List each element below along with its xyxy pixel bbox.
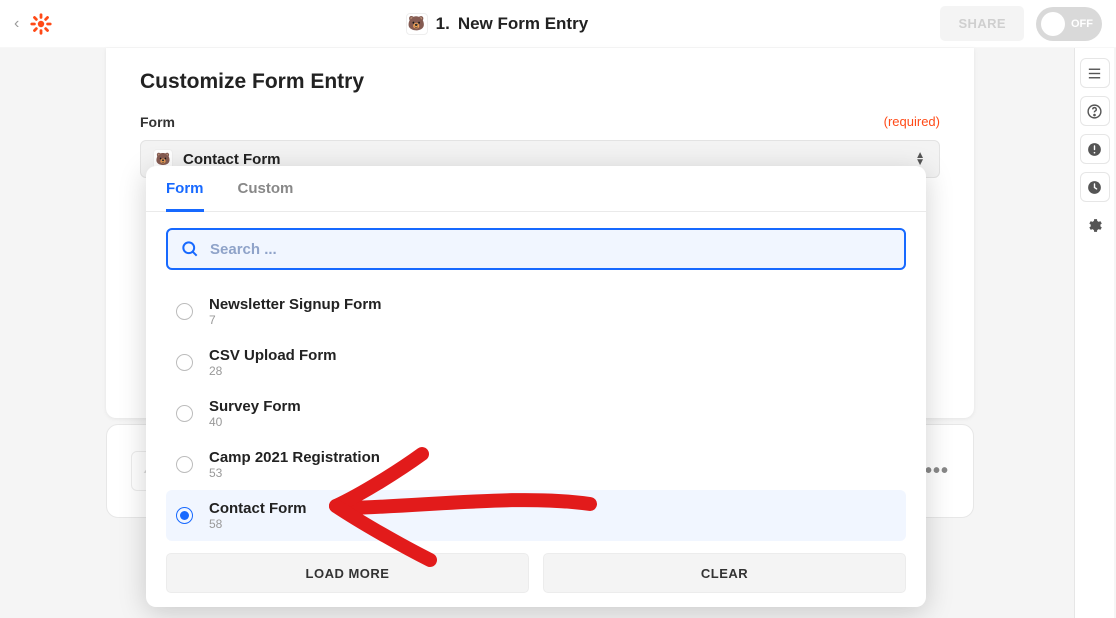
form-option[interactable]: Survey Form40: [166, 388, 906, 439]
top-bar: ‹ 🐻 1. New Form Entry SHARE OFF: [0, 0, 1116, 48]
option-label: Newsletter Signup Form: [209, 296, 382, 313]
option-label: CSV Upload Form: [209, 347, 337, 364]
field-label: Form: [140, 114, 175, 130]
side-rail: [1074, 48, 1114, 618]
toggle-knob: [1041, 12, 1065, 36]
tab-form[interactable]: Form: [166, 180, 204, 212]
option-label: Camp 2021 Registration: [209, 449, 380, 466]
form-option[interactable]: Newsletter Signup Form7: [166, 286, 906, 337]
card-heading: Customize Form Entry: [140, 70, 940, 94]
top-bar-right: SHARE OFF: [940, 6, 1102, 41]
tab-custom[interactable]: Custom: [238, 180, 294, 212]
radio-icon: [176, 507, 193, 524]
load-more-button[interactable]: LOAD MORE: [166, 553, 529, 593]
dropdown-body: Newsletter Signup Form7CSV Upload Form28…: [146, 212, 926, 541]
rail-alert-icon[interactable]: [1080, 134, 1110, 164]
clear-button[interactable]: CLEAR: [543, 553, 906, 593]
option-id: 53: [209, 466, 380, 480]
form-select-value: Contact Form: [183, 151, 281, 168]
page-title: 🐻 1. New Form Entry: [53, 13, 940, 35]
search-field[interactable]: [166, 228, 906, 270]
radio-icon: [176, 354, 193, 371]
radio-icon: [176, 303, 193, 320]
zapier-logo-icon: [29, 12, 53, 36]
search-input[interactable]: [210, 241, 892, 258]
radio-icon: [176, 405, 193, 422]
search-icon: [180, 239, 200, 259]
option-id: 7: [209, 313, 382, 327]
option-label: Contact Form: [209, 500, 307, 517]
option-id: 40: [209, 415, 301, 429]
form-option[interactable]: CSV Upload Form28: [166, 337, 906, 388]
title-text: New Form Entry: [458, 14, 588, 34]
required-badge: (required): [884, 114, 940, 130]
chevron-updown-icon: ▲▼: [915, 152, 925, 166]
option-label: Survey Form: [209, 398, 301, 415]
publish-toggle[interactable]: OFF: [1036, 7, 1102, 41]
radio-icon: [176, 456, 193, 473]
form-option[interactable]: Contact Form58: [166, 490, 906, 541]
wpforms-icon: 🐻: [406, 13, 428, 35]
share-button[interactable]: SHARE: [940, 6, 1024, 41]
rail-history-icon[interactable]: [1080, 172, 1110, 202]
back-button[interactable]: ‹: [14, 15, 19, 33]
toggle-label: OFF: [1071, 18, 1093, 30]
title-prefix: 1.: [436, 14, 450, 34]
option-id: 58: [209, 517, 307, 531]
rail-outline-icon[interactable]: [1080, 58, 1110, 88]
form-option[interactable]: Camp 2021 Registration53: [166, 439, 906, 490]
form-dropdown: Form Custom Newsletter Signup Form7CSV U…: [146, 166, 926, 607]
rail-help-icon[interactable]: [1080, 96, 1110, 126]
option-id: 28: [209, 364, 337, 378]
rail-settings-icon[interactable]: [1080, 210, 1110, 240]
top-bar-left: ‹: [14, 12, 53, 36]
dropdown-tabs: Form Custom: [146, 166, 926, 212]
field-header-row: Form (required): [140, 114, 940, 130]
dropdown-footer: LOAD MORE CLEAR: [146, 541, 926, 593]
